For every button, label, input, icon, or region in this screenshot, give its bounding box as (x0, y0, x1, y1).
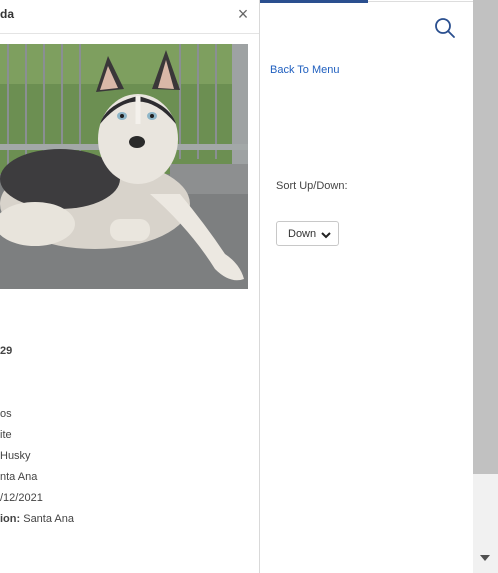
detail-line-1: os (0, 408, 12, 420)
detail-line-2: ite (0, 429, 12, 441)
location-label: ion: (0, 513, 21, 525)
scrollbar-thumb[interactable] (473, 0, 498, 474)
pet-photo (0, 44, 248, 289)
detail-line-5: /12/2021 (0, 492, 43, 504)
search-icon[interactable] (434, 17, 456, 39)
sort-selected-value: Down (288, 228, 317, 240)
close-icon[interactable]: × (234, 3, 252, 25)
detail-line-4: nta Ana (0, 471, 38, 483)
triangle-down-icon[interactable] (478, 551, 492, 565)
active-tab-indicator (260, 0, 368, 3)
detail-line-3: Husky (0, 450, 31, 462)
sort-direction-select[interactable]: Down (276, 221, 339, 246)
sort-label: Sort Up/Down: (276, 180, 348, 192)
pet-detail-modal: da × 29 os ite Husky nta Ana /12/2021 io… (0, 0, 260, 573)
location-value: Santa Ana (20, 513, 74, 525)
modal-title: da (0, 7, 15, 21)
top-divider (368, 1, 474, 2)
modal-header: da × (0, 0, 259, 34)
chevron-down-icon (320, 228, 332, 240)
pet-id: 29 (0, 345, 13, 357)
detail-line-location: ion: Santa Ana (0, 513, 74, 525)
back-to-menu-link[interactable]: Back To Menu (270, 64, 340, 76)
